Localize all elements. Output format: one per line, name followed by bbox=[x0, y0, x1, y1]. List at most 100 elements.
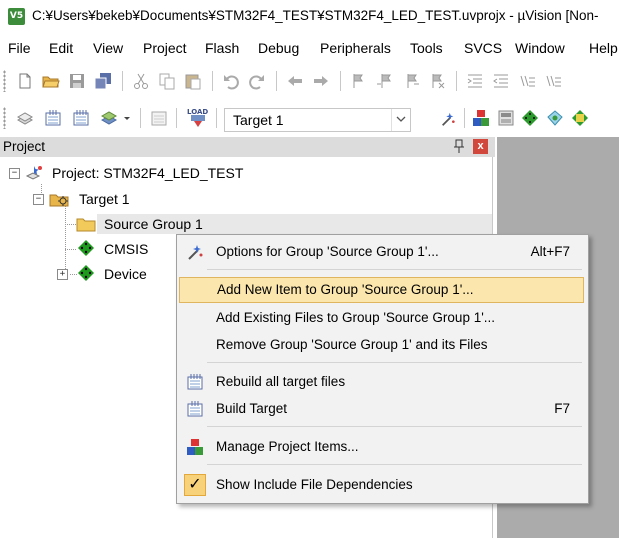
manage-project-items-icon bbox=[187, 439, 203, 455]
menu-flash[interactable]: Flash bbox=[205, 40, 239, 56]
bookmark-icon[interactable] bbox=[350, 72, 368, 90]
tree-expand-toggle[interactable]: + bbox=[57, 269, 68, 280]
tree-line bbox=[65, 206, 66, 276]
uncomment-icon[interactable] bbox=[544, 72, 562, 90]
paste-icon[interactable] bbox=[184, 72, 202, 90]
menu-item-options-for-group[interactable]: Options for Group 'Source Group 1'... Al… bbox=[179, 239, 584, 265]
menu-window[interactable]: Window bbox=[515, 40, 565, 56]
device-component-icon bbox=[78, 265, 94, 281]
menu-item-rebuild-all[interactable]: Rebuild all target files bbox=[179, 369, 584, 395]
toolbar-separator bbox=[216, 108, 217, 128]
software-packs-icon[interactable] bbox=[571, 109, 589, 127]
context-menu: Options for Group 'Source Group 1'... Al… bbox=[176, 234, 589, 504]
toolbar-separator bbox=[176, 108, 177, 128]
manage-project-items-icon[interactable] bbox=[472, 109, 490, 127]
comment-icon[interactable] bbox=[518, 72, 536, 90]
menu-tools[interactable]: Tools bbox=[410, 40, 443, 56]
tree-collapse-toggle[interactable]: − bbox=[33, 194, 44, 205]
bookmark-previous-icon[interactable] bbox=[376, 72, 394, 90]
menu-item-remove-group[interactable]: Remove Group 'Source Group 1' and its Fi… bbox=[179, 332, 584, 358]
copy-icon[interactable] bbox=[158, 72, 176, 90]
target-select-value: Target 1 bbox=[233, 112, 284, 128]
panel-close-button[interactable]: x bbox=[473, 139, 488, 154]
tree-item-target[interactable]: Target 1 bbox=[79, 191, 130, 207]
save-icon[interactable] bbox=[68, 72, 86, 90]
uvision-app-icon[interactable]: V5 bbox=[8, 8, 25, 25]
navigate-forward-icon[interactable] bbox=[312, 72, 330, 90]
save-all-icon[interactable] bbox=[94, 72, 112, 90]
menu-item-label: Show Include File Dependencies bbox=[216, 477, 413, 492]
cmsis-component-icon bbox=[78, 240, 94, 256]
menu-item-add-new-item[interactable]: Add New Item to Group 'Source Group 1'..… bbox=[179, 277, 584, 303]
open-folder-icon[interactable] bbox=[42, 72, 60, 90]
menu-item-label: Add Existing Files to Group 'Source Grou… bbox=[216, 310, 496, 325]
toolbar-grip[interactable] bbox=[3, 70, 6, 92]
manage-rte-icon[interactable] bbox=[521, 109, 539, 127]
tree-item-source-group[interactable]: Source Group 1 bbox=[104, 216, 203, 232]
tree-line bbox=[70, 274, 77, 275]
menu-item-label: Add New Item to Group 'Source Group 1'..… bbox=[217, 282, 474, 297]
folder-icon bbox=[76, 218, 96, 232]
toolbar-separator bbox=[276, 71, 277, 91]
menu-view[interactable]: View bbox=[93, 40, 123, 56]
undo-icon[interactable] bbox=[222, 72, 240, 90]
navigate-back-icon[interactable] bbox=[286, 72, 304, 90]
download-button[interactable]: LOAD bbox=[187, 108, 209, 128]
build-icon[interactable] bbox=[44, 109, 62, 127]
project-icon bbox=[25, 166, 42, 180]
translate-icon[interactable] bbox=[16, 109, 34, 127]
toolbar-separator bbox=[464, 108, 465, 128]
menu-item-label: Build Target bbox=[216, 401, 288, 416]
menu-help[interactable]: Help bbox=[589, 40, 618, 56]
file-toolbar bbox=[0, 66, 619, 96]
new-file-icon[interactable] bbox=[16, 72, 34, 90]
menu-item-label: Rebuild all target files bbox=[216, 374, 346, 389]
checkmark-icon: ✓ bbox=[184, 474, 206, 496]
menu-item-shortcut: F7 bbox=[554, 401, 570, 416]
redo-icon[interactable] bbox=[248, 72, 266, 90]
menu-edit[interactable]: Edit bbox=[49, 40, 73, 56]
menu-separator bbox=[207, 426, 582, 427]
tree-item-device[interactable]: Device bbox=[104, 266, 147, 282]
stop-build-icon[interactable] bbox=[150, 109, 168, 127]
menu-project[interactable]: Project bbox=[143, 40, 187, 56]
target-options-icon[interactable] bbox=[440, 111, 456, 127]
chevron-down-icon[interactable] bbox=[122, 109, 132, 127]
indent-icon[interactable] bbox=[466, 72, 484, 90]
tree-item-project[interactable]: Project: STM32F4_LED_TEST bbox=[52, 165, 243, 181]
pack-installer-icon[interactable] bbox=[546, 109, 564, 127]
menu-svcs[interactable]: SVCS bbox=[464, 40, 502, 56]
download-arrow-icon bbox=[191, 115, 205, 127]
target-select-arrow[interactable] bbox=[391, 109, 410, 131]
toolbar-grip[interactable] bbox=[3, 107, 6, 129]
menu-item-manage-project-items[interactable]: Manage Project Items... bbox=[179, 434, 584, 460]
menu-item-label: Remove Group 'Source Group 1' and its Fi… bbox=[216, 337, 488, 352]
menu-debug[interactable]: Debug bbox=[258, 40, 299, 56]
bookmark-next-icon[interactable] bbox=[402, 72, 420, 90]
rebuild-icon[interactable] bbox=[72, 109, 90, 127]
menu-peripherals[interactable]: Peripherals bbox=[320, 40, 391, 56]
menu-item-show-include-dependencies[interactable]: ✓ Show Include File Dependencies bbox=[179, 472, 584, 498]
menu-item-add-existing-files[interactable]: Add Existing Files to Group 'Source Grou… bbox=[179, 305, 584, 331]
menu-separator bbox=[207, 464, 582, 465]
cut-icon[interactable] bbox=[132, 72, 150, 90]
menu-bar: File Edit View Project Flash Debug Perip… bbox=[0, 36, 619, 60]
target-options-icon bbox=[188, 245, 203, 260]
title-bar: V5 C:¥Users¥bekeb¥Documents¥STM32F4_TEST… bbox=[0, 0, 619, 32]
toolbar-separator bbox=[140, 108, 141, 128]
menu-separator bbox=[207, 269, 582, 270]
menu-item-label: Options for Group 'Source Group 1'... bbox=[216, 244, 439, 259]
build-icon bbox=[187, 401, 203, 417]
toolbar-separator bbox=[340, 71, 341, 91]
unindent-icon[interactable] bbox=[492, 72, 510, 90]
tree-line bbox=[65, 249, 77, 250]
menu-file[interactable]: File bbox=[8, 40, 31, 56]
batch-build-icon[interactable] bbox=[100, 109, 118, 127]
bookmark-clear-icon[interactable] bbox=[428, 72, 446, 90]
target-select[interactable]: Target 1 bbox=[224, 108, 411, 132]
tree-collapse-toggle[interactable]: − bbox=[9, 168, 20, 179]
menu-item-build-target[interactable]: Build Target F7 bbox=[179, 396, 584, 422]
pin-icon[interactable] bbox=[451, 138, 467, 155]
select-packs-icon[interactable] bbox=[497, 109, 515, 127]
tree-item-cmsis[interactable]: CMSIS bbox=[104, 241, 148, 257]
